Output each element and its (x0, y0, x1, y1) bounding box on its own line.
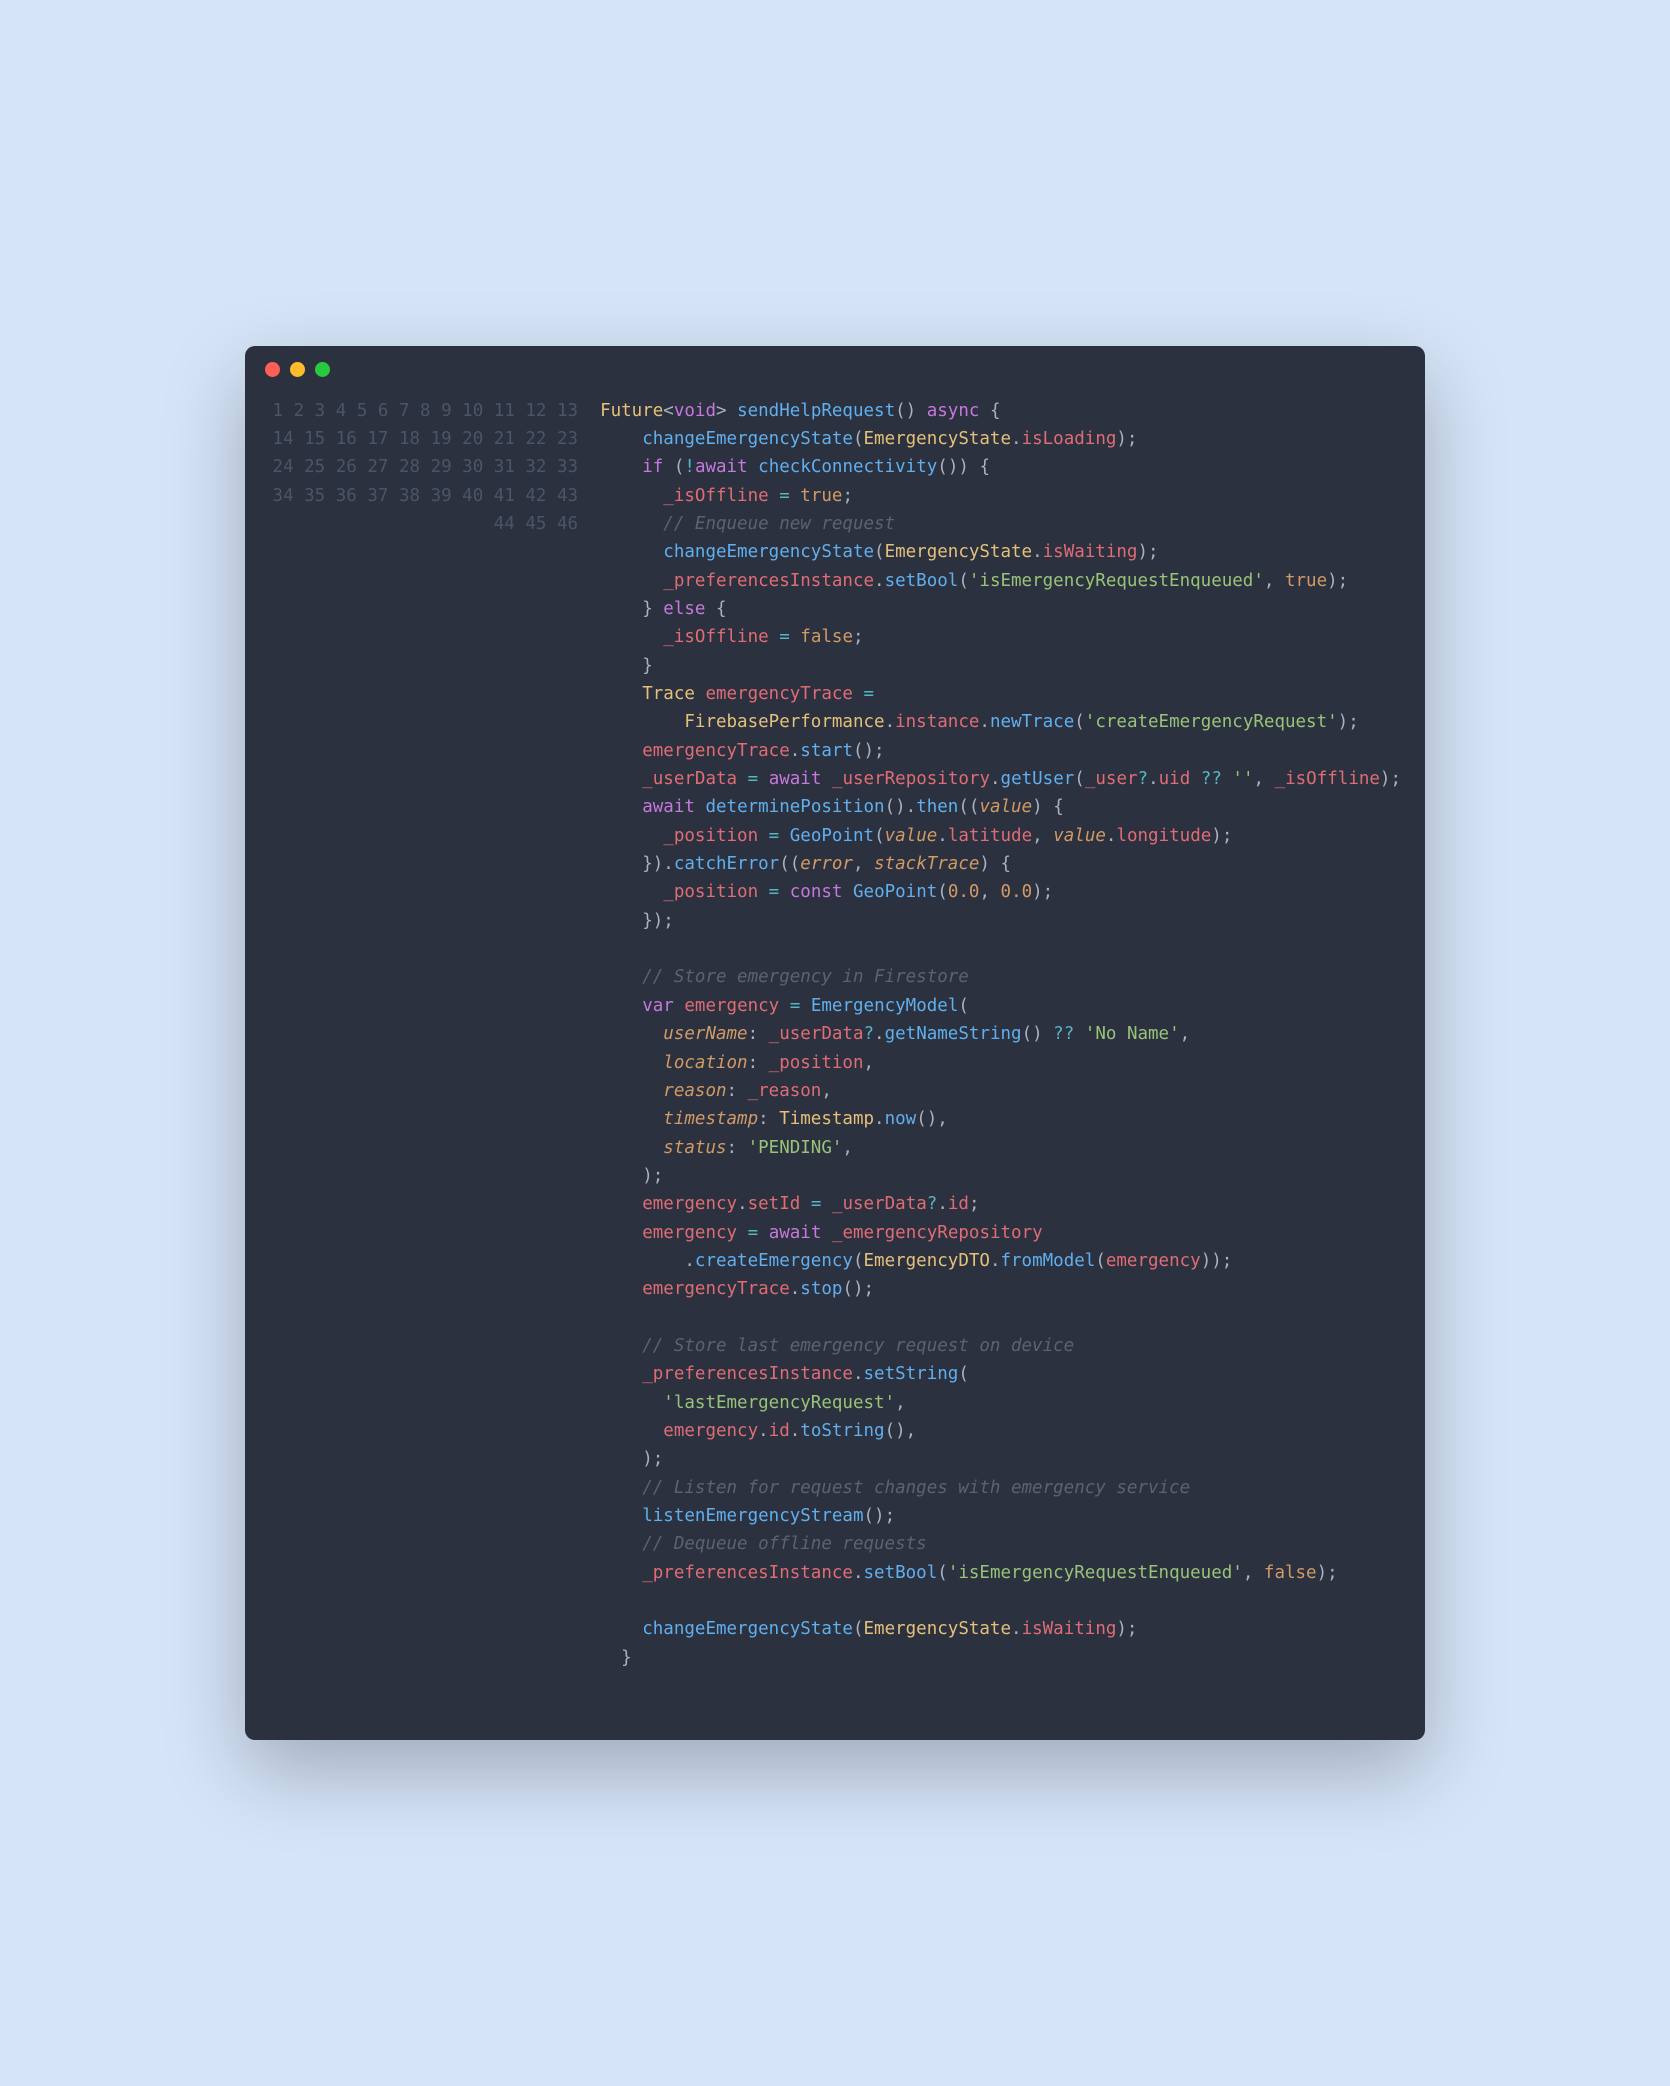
code-line: _position = const GeoPoint(0.0, 0.0); (600, 878, 1401, 906)
code-area: 1 2 3 4 5 6 7 8 9 10 11 12 13 14 15 16 1… (245, 377, 1425, 1741)
code-line (600, 1304, 1401, 1332)
code-line: location: _position, (600, 1049, 1401, 1077)
code-line: }); (600, 907, 1401, 935)
code-line: _isOffline = true; (600, 482, 1401, 510)
minimize-icon[interactable] (290, 362, 305, 377)
code-line: // Dequeue offline requests (600, 1530, 1401, 1558)
code-line: // Enqueue new request (600, 510, 1401, 538)
code-line: listenEmergencyStream(); (600, 1502, 1401, 1530)
code-line: _preferencesInstance.setBool('isEmergenc… (600, 567, 1401, 595)
code-line (600, 1587, 1401, 1615)
code-line: }).catchError((error, stackTrace) { (600, 850, 1401, 878)
code-line: } (600, 1644, 1401, 1672)
code-line: // Listen for request changes with emerg… (600, 1474, 1401, 1502)
line-number-gutter: 1 2 3 4 5 6 7 8 9 10 11 12 13 14 15 16 1… (255, 397, 600, 1701)
code-line: changeEmergencyState(EmergencyState.isWa… (600, 538, 1401, 566)
code-line: ); (600, 1162, 1401, 1190)
code-line: emergencyTrace.start(); (600, 737, 1401, 765)
code-line: _isOffline = false; (600, 623, 1401, 651)
code-line: status: 'PENDING', (600, 1134, 1401, 1162)
code-line: } else { (600, 595, 1401, 623)
code-line: reason: _reason, (600, 1077, 1401, 1105)
code-line: 'lastEmergencyRequest', (600, 1389, 1401, 1417)
code-line: .createEmergency(EmergencyDTO.fromModel(… (600, 1247, 1401, 1275)
code-line: emergency = await _emergencyRepository (600, 1219, 1401, 1247)
code-content[interactable]: Future<void> sendHelpRequest() async { c… (600, 397, 1401, 1701)
code-editor-window: 1 2 3 4 5 6 7 8 9 10 11 12 13 14 15 16 1… (245, 346, 1425, 1741)
code-line: emergencyTrace.stop(); (600, 1275, 1401, 1303)
code-line: userName: _userData?.getNameString() ?? … (600, 1020, 1401, 1048)
code-line: Trace emergencyTrace = (600, 680, 1401, 708)
code-line: FirebasePerformance.instance.newTrace('c… (600, 708, 1401, 736)
zoom-icon[interactable] (315, 362, 330, 377)
close-icon[interactable] (265, 362, 280, 377)
code-line: emergency.setId = _userData?.id; (600, 1190, 1401, 1218)
code-line: changeEmergencyState(EmergencyState.isWa… (600, 1615, 1401, 1643)
code-line: // Store last emergency request on devic… (600, 1332, 1401, 1360)
code-line (600, 935, 1401, 963)
code-line: _position = GeoPoint(value.latitude, val… (600, 822, 1401, 850)
code-line: // Store emergency in Firestore (600, 963, 1401, 991)
code-line: timestamp: Timestamp.now(), (600, 1105, 1401, 1133)
code-line: Future<void> sendHelpRequest() async { (600, 397, 1401, 425)
code-line: ); (600, 1445, 1401, 1473)
code-line: if (!await checkConnectivity()) { (600, 453, 1401, 481)
code-line: _preferencesInstance.setString( (600, 1360, 1401, 1388)
code-line: _preferencesInstance.setBool('isEmergenc… (600, 1559, 1401, 1587)
code-line: var emergency = EmergencyModel( (600, 992, 1401, 1020)
code-line: await determinePosition().then((value) { (600, 793, 1401, 821)
window-titlebar (245, 346, 1425, 377)
code-line: _userData = await _userRepository.getUse… (600, 765, 1401, 793)
code-line (600, 1672, 1401, 1700)
code-line: } (600, 652, 1401, 680)
code-line: changeEmergencyState(EmergencyState.isLo… (600, 425, 1401, 453)
code-line: emergency.id.toString(), (600, 1417, 1401, 1445)
